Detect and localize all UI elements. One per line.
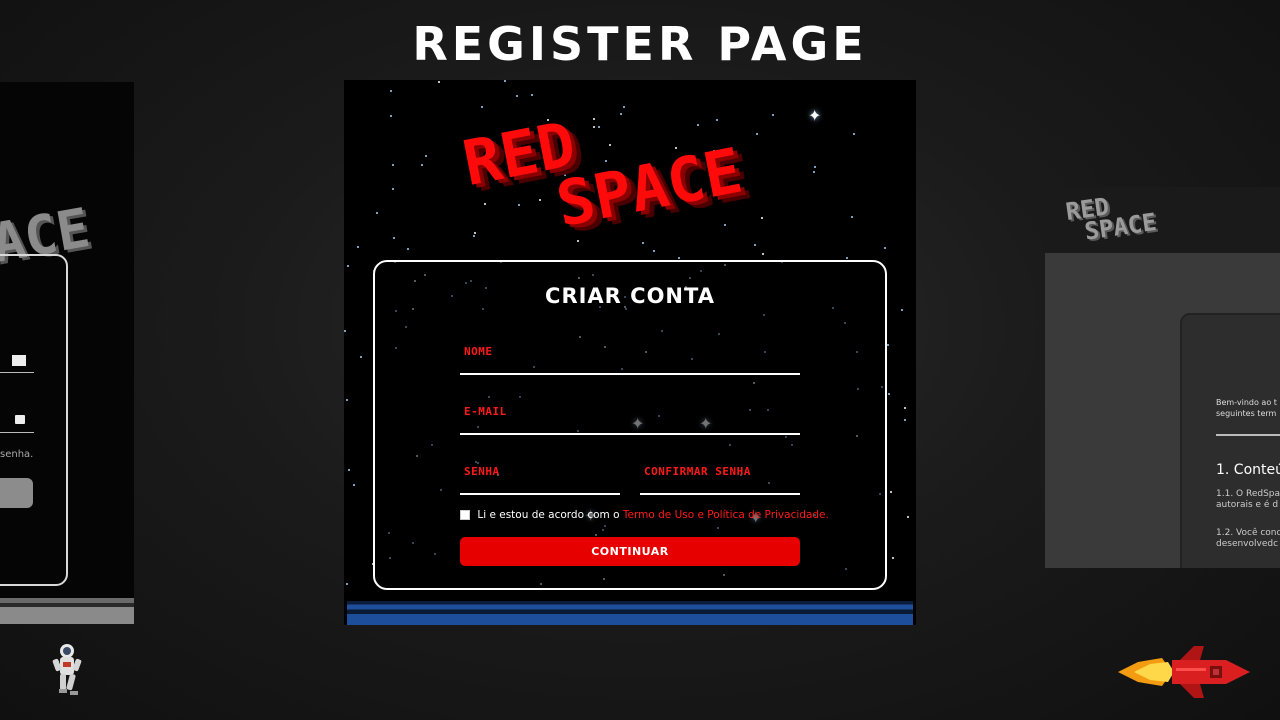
terms-link[interactable]: Termo de Uso e Política de Privacidade. bbox=[623, 509, 829, 521]
star bbox=[392, 164, 394, 166]
star bbox=[890, 491, 892, 493]
confirm-password-field[interactable]: CONFIRMAR SENHA bbox=[640, 465, 804, 495]
star bbox=[438, 81, 440, 83]
login-button-preview bbox=[0, 478, 33, 508]
name-field[interactable]: NOME bbox=[460, 345, 804, 375]
star bbox=[344, 330, 346, 332]
paragraph-1-line-1: 1.1. O RedSpac bbox=[1216, 489, 1280, 499]
paragraph-2-line-1: 1.2. Você conc bbox=[1216, 528, 1280, 538]
terms-preview-screen: RED SPACE Bem-vindo ao t seguintes term … bbox=[1045, 187, 1280, 568]
star bbox=[390, 90, 392, 92]
star bbox=[907, 516, 909, 518]
continue-button[interactable]: CONTINUAR bbox=[460, 537, 800, 566]
star bbox=[892, 557, 894, 559]
star bbox=[390, 115, 392, 117]
star bbox=[392, 188, 394, 190]
star bbox=[678, 257, 680, 259]
terms-checkbox[interactable] bbox=[460, 510, 470, 520]
star bbox=[531, 94, 533, 96]
terms-text: Li e estou de acordo com o bbox=[477, 509, 620, 521]
paragraph-1-line-2: autorais e é d bbox=[1216, 500, 1279, 510]
password-field[interactable]: SENHA bbox=[460, 465, 624, 495]
forgot-password-text: senha. bbox=[0, 449, 34, 460]
star bbox=[516, 95, 518, 97]
paragraph-2: 1.2. Você conc desenvolvedc bbox=[1216, 528, 1280, 550]
email-input[interactable] bbox=[460, 405, 804, 435]
star bbox=[887, 344, 889, 346]
name-input[interactable] bbox=[460, 345, 804, 375]
star bbox=[888, 393, 890, 395]
sparkle-icon: ✦ bbox=[808, 106, 822, 125]
welcome-line-2: seguintes term bbox=[1216, 409, 1277, 418]
star bbox=[901, 309, 903, 311]
welcome-line-1: Bem-vindo ao t bbox=[1216, 398, 1277, 407]
email-field[interactable]: E-MAIL bbox=[460, 405, 804, 435]
login-preview-screen: ACE senha. bbox=[0, 82, 134, 624]
form-title: CRIAR CONTA bbox=[545, 284, 715, 308]
rocket-icon bbox=[1118, 646, 1250, 698]
star bbox=[481, 106, 483, 108]
bottom-strip bbox=[347, 601, 913, 625]
confirm-password-input[interactable] bbox=[640, 465, 804, 495]
paragraph-2-line-2: desenvolvedc bbox=[1216, 539, 1279, 549]
star bbox=[904, 407, 906, 409]
star bbox=[425, 155, 427, 157]
star bbox=[851, 216, 853, 218]
star bbox=[813, 171, 815, 173]
star bbox=[407, 248, 409, 250]
red-space-logo: RED SPACE bbox=[451, 80, 813, 285]
star bbox=[846, 257, 848, 259]
star bbox=[348, 469, 350, 471]
star bbox=[346, 399, 348, 401]
star bbox=[346, 583, 348, 585]
star bbox=[353, 484, 355, 486]
star bbox=[504, 80, 506, 82]
star bbox=[347, 265, 349, 267]
star bbox=[814, 166, 816, 168]
mail-icon bbox=[12, 355, 26, 366]
email-underline bbox=[0, 372, 34, 373]
welcome-text: Bem-vindo ao t seguintes term bbox=[1216, 397, 1277, 419]
star bbox=[421, 164, 423, 166]
star bbox=[393, 237, 395, 239]
lock-icon bbox=[15, 415, 25, 424]
star bbox=[360, 356, 362, 358]
star bbox=[904, 419, 906, 421]
password-underline bbox=[0, 432, 34, 433]
paragraph-1: 1.1. O RedSpac autorais e é d bbox=[1216, 489, 1280, 511]
star bbox=[754, 244, 756, 246]
star bbox=[376, 212, 378, 214]
star bbox=[884, 247, 886, 249]
password-input[interactable] bbox=[460, 465, 624, 495]
page-heading: REGISTER PAGE bbox=[412, 17, 868, 71]
star bbox=[762, 253, 764, 255]
bottom-strip bbox=[0, 598, 134, 624]
register-form: CRIAR CONTA NOME E-MAIL SENHA CONFIRMAR … bbox=[373, 260, 887, 590]
section-heading: 1. Conteú bbox=[1216, 462, 1280, 478]
register-screen: ✦ ✦ ✦ ✦ ✦ RED SPACE CRIAR CONTA NOME E-M… bbox=[344, 80, 916, 625]
star bbox=[853, 133, 855, 135]
login-card-preview bbox=[0, 254, 68, 586]
divider bbox=[1216, 434, 1280, 436]
star bbox=[357, 246, 359, 248]
terms-agreement: Li e estou de acordo com o Termo de Uso … bbox=[460, 509, 829, 521]
logo-preview: RED SPACE bbox=[1064, 189, 1158, 245]
astronaut-icon bbox=[52, 644, 82, 695]
